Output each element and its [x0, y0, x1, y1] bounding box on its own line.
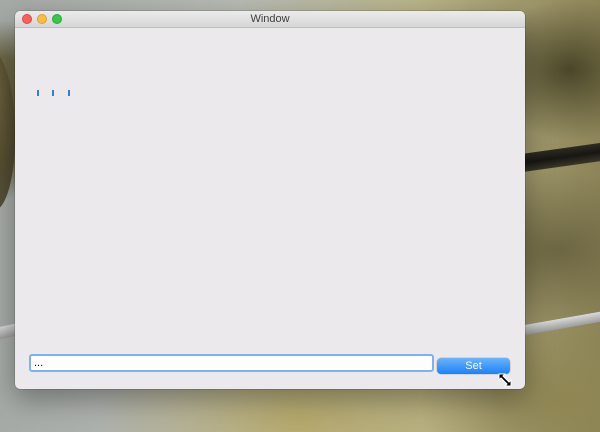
diagonal-resize-cursor-icon — [498, 373, 512, 387]
tick-mark — [37, 90, 39, 96]
app-window: Window Set — [15, 11, 525, 389]
window-content: Set — [15, 28, 525, 389]
window-title: Window — [250, 13, 290, 25]
tick-mark — [68, 90, 70, 96]
tick-mark — [52, 90, 54, 96]
title-bar[interactable]: Window — [15, 11, 525, 28]
text-input[interactable] — [29, 354, 434, 372]
